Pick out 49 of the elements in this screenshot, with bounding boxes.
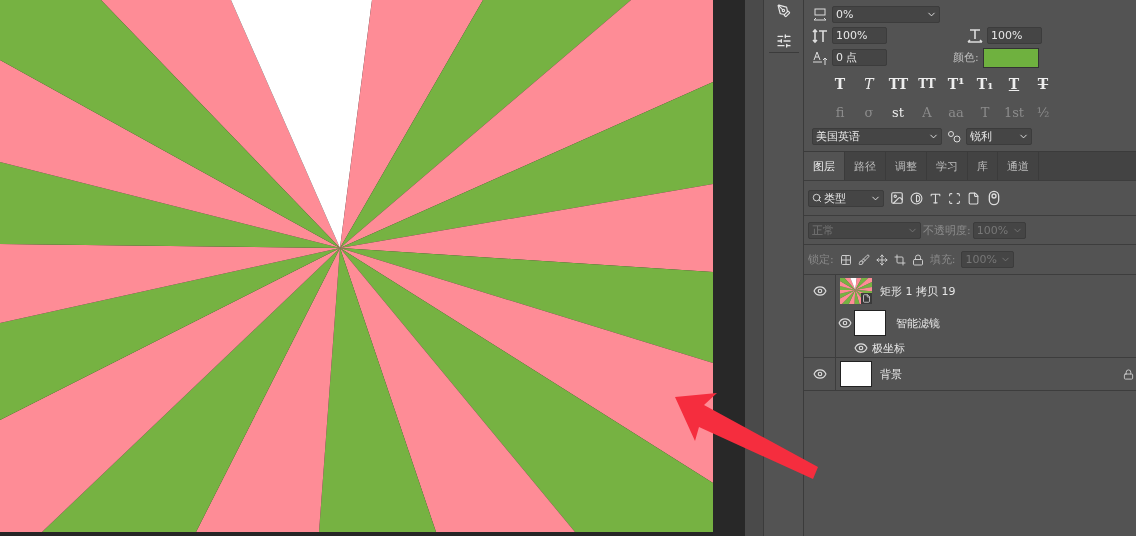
- type-style-button[interactable]: TT: [886, 76, 910, 92]
- visibility-eye-icon[interactable]: [854, 341, 868, 355]
- layer-name: 极坐标: [872, 340, 905, 356]
- type-style-button[interactable]: T: [1031, 76, 1055, 92]
- lock-position-icon[interactable]: [875, 253, 888, 266]
- layer-name: 矩形 1 拷贝 19: [880, 283, 956, 299]
- filter-toggle-icon[interactable]: [986, 190, 1002, 206]
- lock-all-icon[interactable]: [911, 253, 924, 266]
- panel-tab[interactable]: 图层: [804, 152, 845, 180]
- type-style-button[interactable]: T₁: [973, 76, 997, 92]
- filter-kind-select[interactable]: 类型: [808, 189, 884, 207]
- layer-name: 智能滤镜: [896, 315, 940, 331]
- antialias-select[interactable]: 锐利: [966, 127, 1032, 145]
- lock-brush-icon[interactable]: [857, 253, 870, 266]
- vertical-scale-icon: [812, 27, 828, 44]
- sliders-icon[interactable]: [775, 33, 792, 49]
- baseline-shift-icon: [812, 49, 828, 66]
- type-filter-icon[interactable]: [929, 191, 942, 205]
- smart-object-badge-icon: [861, 293, 872, 304]
- visibility-eye-icon[interactable]: [812, 284, 827, 298]
- shape-filter-icon[interactable]: [948, 191, 961, 205]
- type-style-button[interactable]: T: [1002, 76, 1026, 92]
- type-style-button[interactable]: T: [857, 76, 881, 92]
- horizontal-scale-field[interactable]: 100%: [987, 27, 1042, 44]
- adjustment-filter-icon[interactable]: [910, 191, 923, 205]
- type-style-button[interactable]: T¹: [944, 76, 968, 92]
- search-icon: [812, 193, 822, 203]
- vertical-scale-field[interactable]: 100%: [832, 27, 887, 44]
- lock-artboard-icon[interactable]: [893, 253, 906, 266]
- type-style-button[interactable]: T: [828, 76, 852, 92]
- tracking-select[interactable]: 0%: [832, 6, 940, 23]
- visibility-eye-icon[interactable]: [812, 367, 827, 381]
- smart-object-filter-icon[interactable]: [967, 191, 980, 205]
- text-color-swatch[interactable]: [982, 47, 1039, 68]
- antialias-icon: [946, 128, 962, 144]
- baseline-shift-field[interactable]: 0 点: [832, 49, 887, 66]
- color-label: 颜色:: [953, 50, 979, 65]
- image-filter-icon[interactable]: [890, 191, 904, 205]
- filter-mask-thumbnail: [854, 310, 886, 336]
- lock-transparency-icon[interactable]: [839, 253, 852, 266]
- horizontal-scale-icon: [967, 27, 983, 44]
- layer-name: 背景: [880, 366, 902, 382]
- lock-icon: [1123, 368, 1134, 380]
- type-style-button[interactable]: TT: [915, 77, 939, 91]
- language-select[interactable]: 美国英语: [812, 127, 942, 145]
- tracking-icon: [812, 6, 828, 23]
- visibility-eye-icon[interactable]: [838, 316, 852, 330]
- opentype-button[interactable]: st: [886, 104, 910, 120]
- layer-thumbnail: [840, 361, 872, 387]
